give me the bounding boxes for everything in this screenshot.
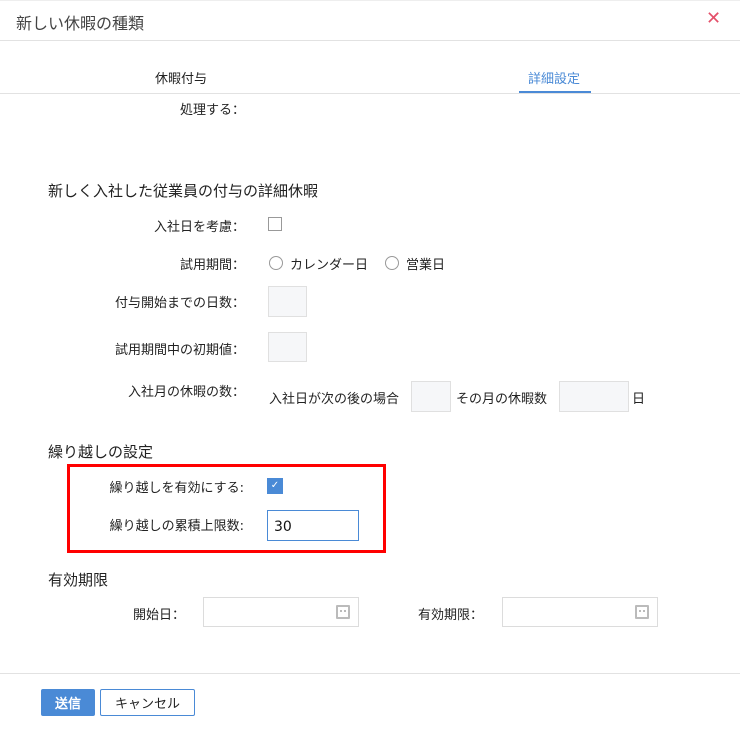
days-until-grant-label: 付与開始までの日数： [114,296,245,311]
calendar-icon[interactable] [635,605,649,619]
month-leave-input[interactable] [559,381,629,412]
tab-leave-grant[interactable]: 休暇付与 [155,68,207,87]
carryover-heading: 繰り越しの設定 [48,443,154,461]
footer-divider [0,673,740,674]
start-date-label: 開始日： [133,608,186,623]
new-employee-heading: 新しく入社した従業員の付与の詳細休暇 [48,182,319,200]
probation-initial-label: 試用期間中の初期値： [114,343,245,358]
cancel-button[interactable]: キャンセル [100,689,195,716]
month-leave-text: その月の休暇数 [456,392,548,407]
tab-advanced-settings[interactable]: 詳細設定 [528,68,580,87]
active-tab-indicator [519,91,591,93]
submit-button[interactable]: 送信 [41,689,95,716]
carryover-limit-input[interactable]: 30 [267,510,359,541]
join-month-label: 入社月の休暇の数： [127,385,245,400]
radio-business-days-label: 営業日 [406,258,446,273]
carryover-enable-checkbox[interactable]: ✓ [267,478,283,494]
calendar-icon[interactable] [336,605,350,619]
join-after-day-input[interactable] [411,381,451,412]
consider-join-date-label: 入社日を考慮： [153,220,245,235]
days-until-grant-input[interactable] [268,286,307,317]
dialog-title: 新しい休暇の種類 [16,14,145,33]
start-date-input[interactable] [203,597,359,627]
process-label: 処理する： [179,103,245,118]
radio-calendar-days-label: カレンダー日 [290,258,369,273]
radio-calendar-days[interactable] [269,256,283,270]
end-date-label: 有効期限： [418,608,484,623]
carryover-limit-label: 繰り越しの累積上限数: [109,519,244,534]
day-unit: 日 [632,392,646,407]
carryover-enable-label: 繰り越しを有効にする: [109,481,244,496]
validity-heading: 有効期限 [48,571,109,589]
close-icon[interactable]: ✕ [706,8,721,29]
join-after-text: 入社日が次の後の場合 [269,392,400,407]
probation-initial-input[interactable] [268,332,307,362]
consider-join-date-checkbox[interactable] [268,217,282,231]
probation-label: 試用期間： [179,258,245,273]
end-date-input[interactable] [502,597,658,627]
tab-divider [0,93,740,94]
radio-business-days[interactable] [385,256,399,270]
